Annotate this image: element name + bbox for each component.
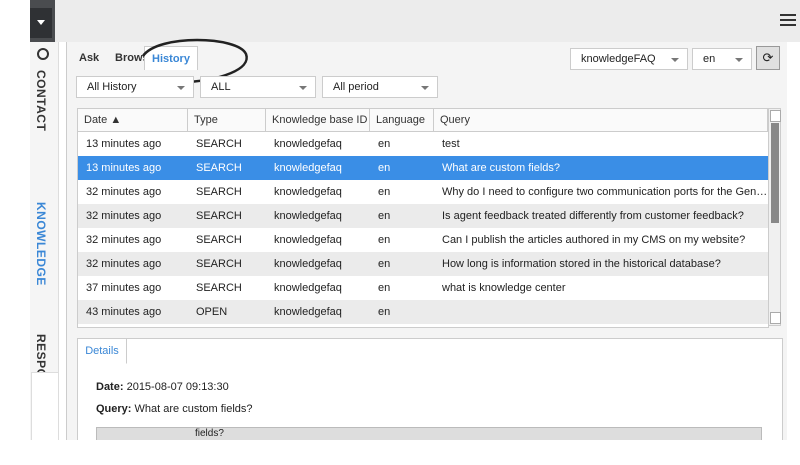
- chevron-down-icon: [671, 58, 679, 62]
- page-edge-bottom: [0, 440, 800, 465]
- sidebar-item-knowledge[interactable]: KNOWLEDGE: [34, 202, 48, 286]
- query-label: Query:: [96, 403, 132, 415]
- details-panel: Details Date: 2015-08-07 09:13:30 Query:…: [77, 338, 783, 445]
- table-row[interactable]: 32 minutes ago SEARCH knowledgefaq en Wh…: [78, 180, 768, 204]
- scroll-up-icon[interactable]: [770, 110, 781, 122]
- chevron-down-icon: [421, 86, 429, 90]
- kb-id-cell: knowledgefaq: [274, 258, 342, 270]
- period-filter-select[interactable]: All period: [322, 76, 438, 98]
- kb-id-cell: knowledgefaq: [274, 282, 342, 294]
- kb-id-cell: knowledgefaq: [274, 162, 342, 174]
- sort-ascending-icon: ▲: [110, 114, 122, 126]
- chevron-down-icon: [37, 20, 45, 25]
- refresh-icon: ⟳: [762, 50, 774, 65]
- scrollbar-thumb[interactable]: [771, 123, 779, 223]
- history-table: Date ▲ Type Knowledge base ID Language Q…: [77, 108, 769, 328]
- language-cell: en: [378, 306, 391, 318]
- kb-id-cell: knowledgefaq: [274, 234, 342, 246]
- period-filter-value: All period: [333, 81, 379, 93]
- query-cell: test: [442, 138, 460, 150]
- language-cell: en: [378, 282, 391, 294]
- history-filter-value: All History: [87, 81, 137, 93]
- type-cell: OPEN: [196, 306, 228, 318]
- type-cell: SEARCH: [196, 162, 242, 174]
- collapse-button[interactable]: [30, 8, 52, 38]
- language-cell: en: [378, 186, 391, 198]
- table-header: Date ▲ Type Knowledge base ID Language Q…: [78, 109, 768, 132]
- date-cell: 13 minutes ago: [86, 162, 162, 174]
- query-cell: Why do I need to configure two communica…: [442, 186, 768, 198]
- sidebar-item-contact[interactable]: CONTACT: [34, 70, 48, 131]
- table-row[interactable]: 32 minutes ago SEARCH knowledgefaq en Ca…: [78, 228, 768, 252]
- table-row[interactable]: 13 minutes ago SEARCH knowledgefaq en te…: [78, 132, 768, 156]
- column-header-date[interactable]: Date ▲: [78, 109, 188, 131]
- language-select[interactable]: en: [692, 48, 752, 70]
- query-cell: Is agent feedback treated differently fr…: [442, 210, 744, 222]
- type-cell: SEARCH: [196, 282, 242, 294]
- query-cell: How long is information stored in the hi…: [442, 258, 721, 270]
- history-filter-select[interactable]: All History: [76, 76, 194, 98]
- language-cell: en: [378, 210, 391, 222]
- language-value: en: [703, 53, 716, 65]
- tab-details[interactable]: Details: [78, 339, 127, 364]
- knowledge-base-select[interactable]: knowledgeFAQ: [570, 48, 688, 70]
- column-header-query[interactable]: Query: [434, 109, 768, 131]
- type-cell: SEARCH: [196, 234, 242, 246]
- column-header-label: Date: [84, 114, 108, 126]
- table-row[interactable]: 32 minutes ago SEARCH knowledgefaq en Ho…: [78, 252, 768, 276]
- date-cell: 32 minutes ago: [86, 210, 162, 222]
- date-value: 2015-08-07 09:13:30: [126, 381, 229, 393]
- chevron-down-icon: [735, 58, 743, 62]
- column-header-kb-id[interactable]: Knowledge base ID: [266, 109, 370, 131]
- date-cell: 43 minutes ago: [86, 306, 162, 318]
- column-header-type[interactable]: Type: [188, 109, 266, 131]
- refresh-button[interactable]: ⟳: [756, 46, 780, 70]
- chevron-down-icon: [299, 86, 307, 90]
- language-cell: en: [378, 234, 391, 246]
- side-panel: CONTACT KNOWLEDGE RESPONSES: [30, 42, 59, 444]
- details-date: Date: 2015-08-07 09:13:30: [96, 381, 229, 393]
- query-cell: what is knowledge center: [442, 282, 566, 294]
- table-row[interactable]: 32 minutes ago SEARCH knowledgefaq en Is…: [78, 204, 768, 228]
- query-cell: What are custom fields?: [442, 162, 560, 174]
- type-filter-value: ALL: [211, 81, 231, 93]
- language-cell: en: [378, 162, 391, 174]
- table-scrollbar[interactable]: [768, 108, 781, 326]
- date-cell: 32 minutes ago: [86, 234, 162, 246]
- hamburger-icon[interactable]: [780, 14, 796, 28]
- date-cell: 13 minutes ago: [86, 138, 162, 150]
- query-cell: [434, 300, 768, 324]
- language-cell: en: [378, 138, 391, 150]
- table-row[interactable]: 43 minutes ago OPEN knowledgefaq en: [78, 300, 768, 324]
- type-cell: SEARCH: [196, 258, 242, 270]
- column-header-language[interactable]: Language: [370, 109, 434, 131]
- date-cell: 32 minutes ago: [86, 258, 162, 270]
- kb-id-cell: knowledgefaq: [274, 186, 342, 198]
- type-cell: SEARCH: [196, 138, 242, 150]
- type-cell: SEARCH: [196, 210, 242, 222]
- type-filter-select[interactable]: ALL: [200, 76, 316, 98]
- kb-id-cell: knowledgefaq: [274, 210, 342, 222]
- date-label: Date:: [96, 381, 124, 393]
- details-query: Query: What are custom fields?: [96, 403, 253, 415]
- language-cell: en: [378, 258, 391, 270]
- date-cell: 32 minutes ago: [86, 186, 162, 198]
- knowledge-base-value: knowledgeFAQ: [581, 53, 656, 65]
- chevron-down-icon: [177, 86, 185, 90]
- kb-id-cell: knowledgefaq: [274, 138, 342, 150]
- top-bar: [0, 0, 800, 42]
- tab-ask[interactable]: Ask: [73, 46, 105, 70]
- scroll-down-icon[interactable]: [770, 312, 781, 324]
- kb-id-cell: knowledgefaq: [274, 306, 342, 318]
- details-box-text: fields?: [195, 428, 224, 439]
- query-value: What are custom fields?: [134, 403, 253, 415]
- side-panel-blank: [31, 372, 59, 444]
- page-edge-left: [0, 0, 30, 465]
- table-row[interactable]: 37 minutes ago SEARCH knowledgefaq en wh…: [78, 276, 768, 300]
- date-cell: 37 minutes ago: [86, 282, 162, 294]
- query-cell: Can I publish the articles authored in m…: [442, 234, 746, 246]
- table-row[interactable]: 13 minutes ago SEARCH knowledgefaq en Wh…: [78, 156, 768, 180]
- type-cell: SEARCH: [196, 186, 242, 198]
- circle-icon[interactable]: [37, 48, 49, 60]
